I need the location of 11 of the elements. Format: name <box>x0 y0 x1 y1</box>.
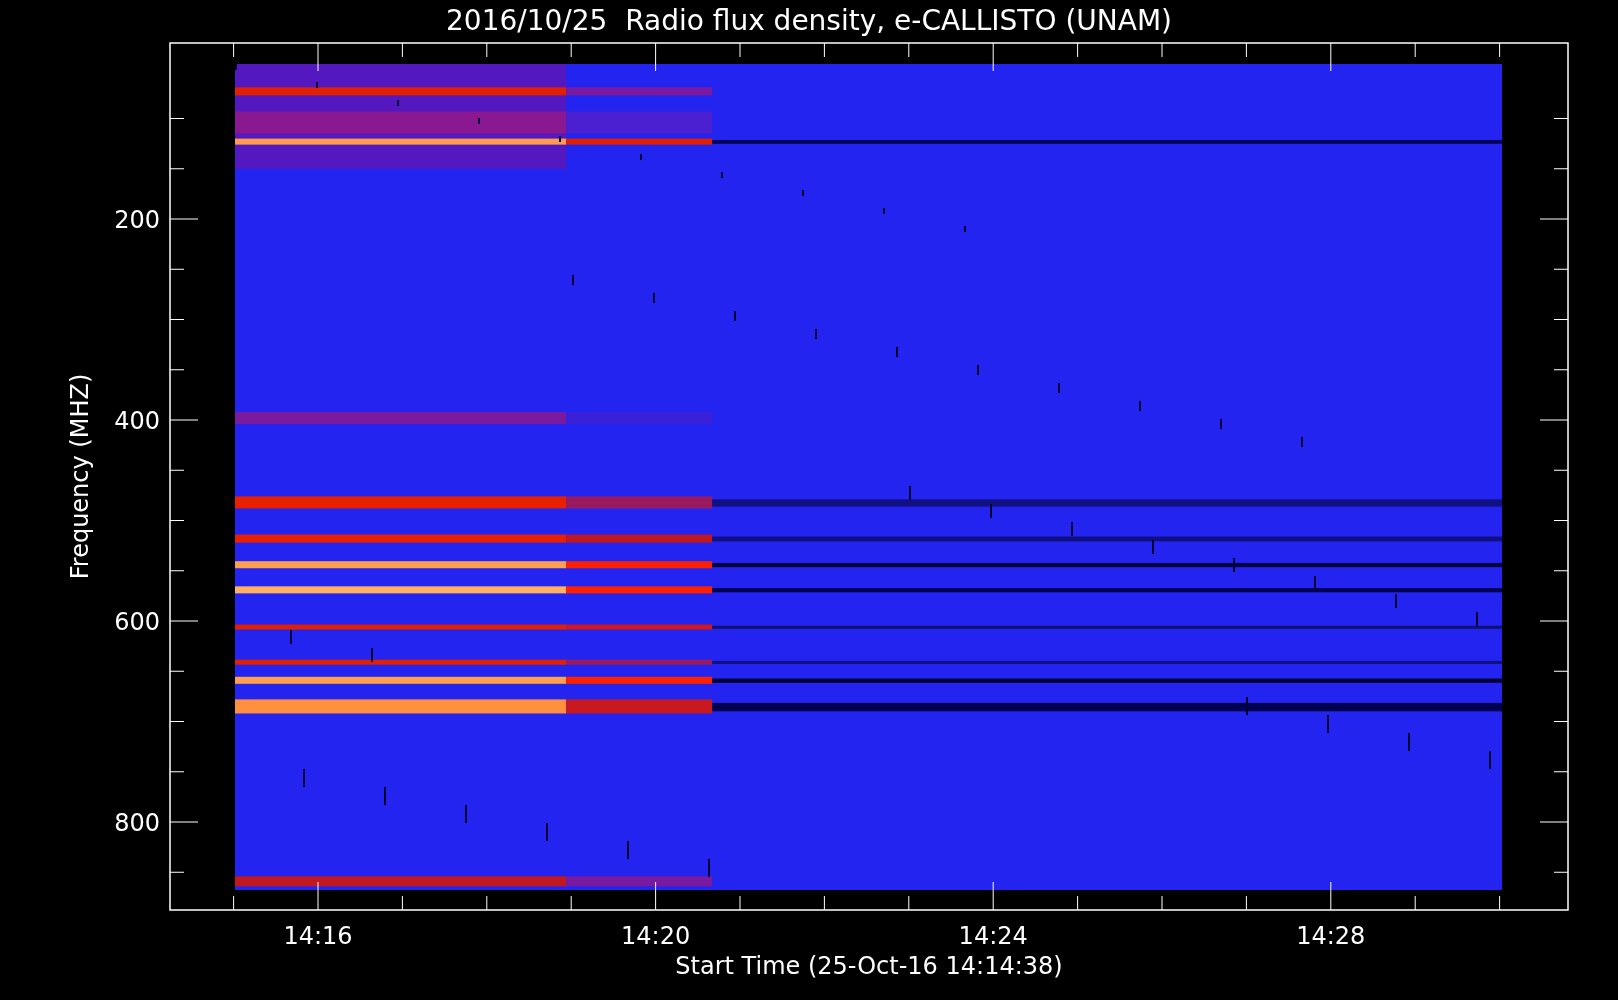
x-tick-label: 14:28 <box>1296 922 1366 950</box>
y-tick-label: 200 <box>114 206 160 234</box>
x-tick-label: 14:20 <box>621 922 691 950</box>
x-tick-label: 14:16 <box>283 922 353 950</box>
y-tick-label: 600 <box>114 608 160 636</box>
x-tick-label: 14:24 <box>958 922 1028 950</box>
y-tick-label: 400 <box>114 407 160 435</box>
y-axis-label: Frequency (MHZ) <box>66 373 94 580</box>
x-axis-label: Start Time (25-Oct-16 14:14:38) <box>675 952 1063 980</box>
y-tick-label: 800 <box>114 809 160 837</box>
chart-title: 2016/10/25 Radio flux density, e-CALLISTO (UNAM) <box>446 4 1172 37</box>
